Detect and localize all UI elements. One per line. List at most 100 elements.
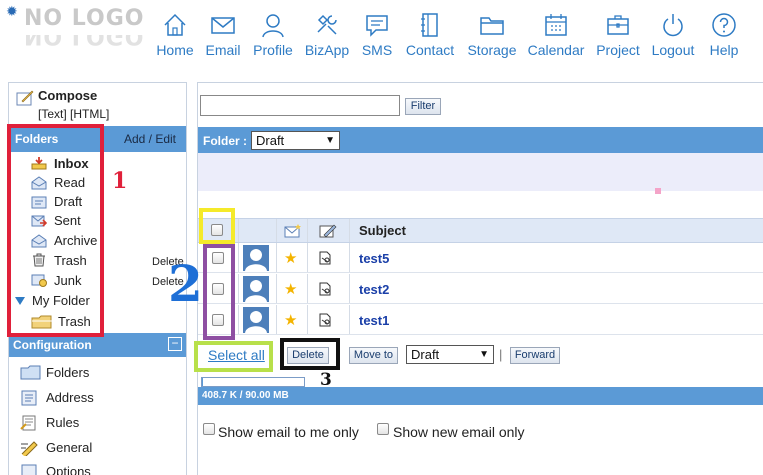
quota-text: 408.7 K / 90.00 MB: [202, 390, 289, 401]
bizapp-icon: [317, 14, 337, 35]
flag-column-icon: [284, 224, 301, 238]
compose-icon: [16, 90, 34, 106]
annotation-number-3: 3: [320, 370, 332, 390]
chevron-down-icon: ▼: [325, 135, 335, 146]
annotation-box-select-all: [199, 208, 235, 244]
star-icon[interactable]: ★: [284, 249, 297, 267]
storage-icon: [480, 17, 504, 35]
nav-project[interactable]: Project: [594, 12, 642, 62]
star-icon[interactable]: ★: [284, 280, 297, 298]
show-new-label[interactable]: Show new email only: [393, 424, 525, 440]
logo-star-icon: ✹: [6, 3, 18, 19]
address-icon: [21, 390, 37, 406]
compose-link[interactable]: Compose: [38, 88, 97, 103]
config-folders[interactable]: Folders: [46, 365, 89, 380]
table-row[interactable]: [198, 274, 763, 304]
folder-label: Folder :: [203, 134, 247, 148]
draft-doc-icon: [319, 282, 331, 296]
marker-dot: [655, 188, 661, 194]
avatar: [243, 307, 269, 333]
nav-email[interactable]: Email: [203, 12, 243, 62]
attachment-column-icon: [319, 224, 337, 238]
sms-icon: [366, 15, 388, 37]
chevron-down-icon: ▼: [479, 349, 489, 360]
nav-profile[interactable]: Profile: [250, 12, 296, 62]
nav-home-label: Home: [156, 42, 194, 58]
show-new-checkbox[interactable]: [377, 423, 389, 435]
collapse-icon[interactable]: −: [168, 337, 182, 351]
info-strip: [198, 153, 763, 191]
annotation-box-delete: [280, 338, 340, 370]
draft-doc-icon: [319, 313, 331, 327]
nav-sms[interactable]: SMS: [358, 12, 396, 62]
rules-icon: [20, 415, 36, 431]
quota-progress: [201, 377, 305, 387]
config-options[interactable]: Options: [46, 464, 91, 475]
table-row[interactable]: [198, 305, 763, 335]
move-to-button[interactable]: Move to: [349, 347, 398, 364]
folders-config-icon: [20, 365, 41, 380]
folder-select-value: Draft: [256, 133, 285, 148]
nav-contact-label: Contact: [405, 42, 455, 58]
annotation-number-2: 2: [168, 254, 203, 313]
email-subject[interactable]: test2: [359, 282, 389, 297]
table-row[interactable]: [198, 243, 763, 273]
show-to-me-label[interactable]: Show email to me only: [218, 424, 359, 440]
nav-help[interactable]: Help: [704, 12, 744, 62]
nav-project-label: Project: [596, 42, 640, 58]
nav-storage-label: Storage: [467, 42, 517, 58]
add-edit-link[interactable]: Add / Edit: [124, 132, 176, 146]
annotation-number-1: 1: [112, 168, 128, 194]
project-icon: [607, 15, 629, 35]
options-icon: [21, 464, 37, 475]
nav-bizapp-label: BizApp: [304, 42, 350, 58]
annotation-box-select-all-link: [194, 341, 273, 372]
email-subject[interactable]: test5: [359, 251, 389, 266]
nav-help-label: Help: [709, 42, 739, 58]
filter-button[interactable]: Filter: [405, 98, 441, 115]
folder-select[interactable]: Draft ▼: [251, 131, 340, 150]
nav-email-label: Email: [205, 42, 241, 58]
nav-contact[interactable]: Contact: [404, 12, 456, 62]
home-icon: [164, 13, 186, 36]
annotation-box-checkboxes: [203, 244, 235, 340]
general-icon: [21, 441, 38, 456]
quota-bar: 408.7 K / 90.00 MB: [198, 387, 763, 405]
annotation-box-folders: [7, 124, 104, 337]
filter-input[interactable]: [200, 95, 400, 116]
help-icon: [712, 13, 736, 37]
nav-storage[interactable]: Storage: [465, 12, 519, 62]
avatar: [243, 276, 269, 302]
profile-icon: [262, 14, 284, 38]
logout-icon: [663, 14, 683, 37]
email-subject[interactable]: test1: [359, 313, 389, 328]
star-icon[interactable]: ★: [284, 311, 297, 329]
nav-calendar[interactable]: Calendar: [526, 12, 586, 62]
nav-sms-label: SMS: [361, 42, 393, 58]
logo: ✹ NO LOGO NO LOGO: [6, 4, 146, 38]
contact-icon: [421, 13, 438, 37]
config-rules[interactable]: Rules: [46, 415, 79, 430]
nav-logout-label: Logout: [651, 42, 695, 58]
move-to-select-value: Draft: [411, 347, 440, 362]
configuration-title: Configuration: [13, 338, 92, 352]
forward-button[interactable]: Forward: [510, 347, 560, 364]
email-icon: [211, 17, 235, 34]
nav-profile-label: Profile: [253, 42, 293, 58]
nav-bizapp[interactable]: BizApp: [302, 12, 352, 62]
nav-home[interactable]: Home: [154, 12, 196, 62]
table-header: [198, 218, 763, 243]
separator: |: [499, 347, 503, 362]
avatar: [243, 245, 269, 271]
config-address[interactable]: Address: [46, 390, 94, 405]
nav-calendar-label: Calendar: [527, 42, 585, 58]
draft-doc-icon: [319, 251, 331, 265]
logo-text: NO LOGO: [24, 6, 145, 31]
calendar-icon: [545, 14, 567, 36]
show-to-me-checkbox[interactable]: [203, 423, 215, 435]
nav-logout[interactable]: Logout: [650, 12, 696, 62]
subject-header[interactable]: Subject: [359, 223, 406, 238]
move-to-select[interactable]: Draft ▼: [406, 345, 494, 364]
config-general[interactable]: General: [46, 440, 92, 455]
compose-modes[interactable]: [Text] [HTML]: [38, 107, 109, 121]
